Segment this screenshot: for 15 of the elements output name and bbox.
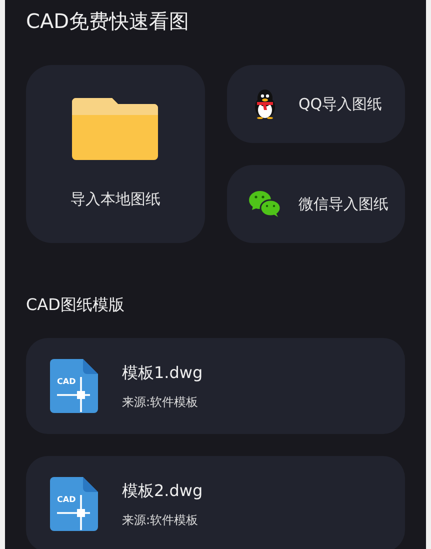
import-button[interactable]: 导入本地图纸	[26, 65, 204, 243]
template-card[interactable]: CAD 模板2.dwg 来源:软件模板	[26, 456, 405, 549]
cad-file-icon: CAD	[50, 477, 98, 531]
file-source: 来源:软件模板	[122, 395, 200, 409]
cad-file-icon: CAD	[50, 359, 98, 413]
folder-icon	[72, 98, 158, 160]
file-name: 模板1.dwg	[122, 363, 203, 383]
app-title: CAD免费快速看图	[26, 10, 190, 32]
chat-bubbles-icon	[248, 191, 280, 217]
file-source: 来源:软件模板	[122, 513, 200, 527]
section-title: CAD图纸模版	[26, 295, 126, 315]
import-button[interactable]: 微信导入图纸	[226, 165, 405, 243]
file-name: 模板2.dwg	[122, 481, 203, 501]
import-button[interactable]: QQ导入图纸	[226, 65, 405, 143]
template-card[interactable]: CAD 模板1.dwg 来源:软件模板	[26, 338, 405, 434]
